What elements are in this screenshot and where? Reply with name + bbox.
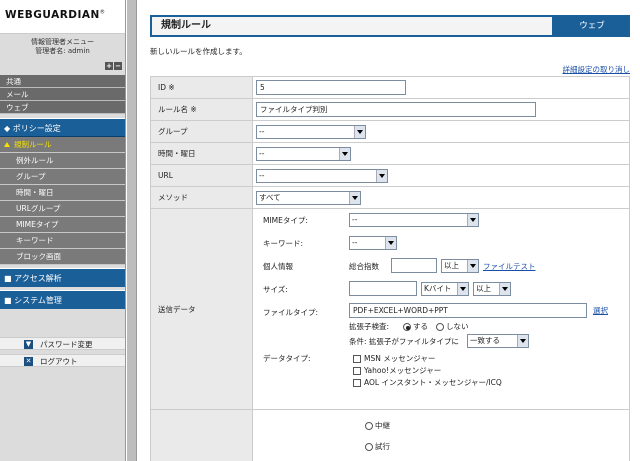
mime-label: MIMEタイプ: <box>263 216 308 225</box>
file-test-link[interactable]: ファイルテスト <box>483 261 536 272</box>
keyword-label: キーワード: <box>263 239 304 248</box>
id-label: ID ※ <box>150 76 253 99</box>
sidebar-item-exception-rules[interactable]: 例外ルール <box>0 153 125 169</box>
chevron-down-icon <box>457 283 468 295</box>
time-label: 時間・曜日 <box>150 142 253 165</box>
filetype-select-link[interactable]: 選択 <box>593 305 608 316</box>
condition-select[interactable]: 一致する <box>467 334 529 348</box>
admin-menu-title: 情報管理者メニュー <box>31 38 94 46</box>
radio-off-icon <box>365 443 373 451</box>
page-title: 規制ルール <box>152 17 552 35</box>
sidebar-item-mail[interactable]: メール <box>0 88 125 101</box>
url-label: URL <box>150 164 253 187</box>
logout-button[interactable]: ✕ ログアウト <box>0 354 125 367</box>
condition-label: 条件: 拡張子がファイルタイプに <box>349 337 459 346</box>
checkbox-icon <box>353 367 361 375</box>
title-bar: 規制ルール ウェブ <box>150 15 630 37</box>
ext-check-label: 拡張子検査: <box>349 322 390 331</box>
chevron-down-icon <box>354 125 365 138</box>
ext-check-yes[interactable]: する <box>403 321 428 332</box>
active-arrow-icon <box>4 142 10 147</box>
ext-check-no[interactable]: しない <box>436 321 469 332</box>
cancel-detail-link[interactable]: 詳細設定の取り消し <box>150 64 631 74</box>
sidebar-item-mime[interactable]: MIMEタイプ <box>0 217 125 233</box>
action-trial[interactable]: 試行 <box>365 441 390 452</box>
method-label: メソッド <box>150 186 253 209</box>
rule-form: ID ※ 5 ルール名 ※ ファイルタイプ判別 グループ -- 時間・曜日 --… <box>150 76 630 461</box>
sidebar-item-block-rules[interactable]: 規制ルール <box>0 137 125 153</box>
url-select[interactable]: -- <box>256 168 388 183</box>
radio-off-icon <box>436 323 444 331</box>
chevron-down-icon <box>339 147 350 160</box>
admin-info: 情報管理者メニュー 管理者名: admin <box>0 34 125 61</box>
chevron-down-icon <box>517 335 528 347</box>
tab-web: ウェブ <box>579 21 605 31</box>
sidebar-divider[interactable] <box>127 0 137 461</box>
checkbox-icon <box>353 379 361 387</box>
rule-name-input[interactable]: ファイルタイプ判別 <box>256 102 536 117</box>
filetype-input[interactable]: PDF+EXCEL+WORD+PPT <box>349 303 587 318</box>
sidebar-item-url-groups[interactable]: URLグループ <box>0 201 125 217</box>
action-label <box>150 409 253 461</box>
chevron-down-icon <box>376 169 387 182</box>
id-input[interactable]: 5 <box>256 80 406 95</box>
action-relay[interactable]: 中継 <box>365 420 390 431</box>
sidebar-section-policy[interactable]: ◆ ポリシー設定 <box>0 118 125 137</box>
score-label: 総合指数 <box>349 262 379 271</box>
sidebar-item-time[interactable]: 時間・曜日 <box>0 185 125 201</box>
close-icon: ✕ <box>24 357 33 366</box>
logo: WEBGUARDIAN® <box>0 0 125 34</box>
rule-name-label: ルール名 ※ <box>150 98 253 121</box>
score-input[interactable] <box>391 258 437 273</box>
time-select[interactable]: -- <box>256 146 351 161</box>
expand-all-icon[interactable]: + <box>105 62 113 70</box>
mime-select[interactable]: -- <box>349 213 479 227</box>
key-icon: ▼ <box>24 340 33 349</box>
send-data-label: 送信データ <box>150 208 253 410</box>
size-input[interactable] <box>349 281 417 296</box>
keyword-select[interactable]: -- <box>349 236 397 250</box>
size-compare-select[interactable]: 以上 <box>473 282 511 296</box>
dt-aol-checkbox[interactable]: AOL インスタント・メッセンジャー/ICQ <box>353 377 502 388</box>
sidebar-item-keywords[interactable]: キーワード <box>0 233 125 249</box>
sidebar-item-common[interactable]: 共通 <box>0 75 125 88</box>
score-compare-select[interactable]: 以上 <box>441 259 479 273</box>
chevron-down-icon <box>499 283 510 295</box>
chevron-down-icon <box>385 237 396 249</box>
personal-info-label: 個人情報 <box>263 262 293 271</box>
collapse-all-icon[interactable]: − <box>114 62 122 70</box>
sidebar-item-web[interactable]: ウェブ <box>0 101 125 114</box>
chevron-down-icon <box>467 260 478 272</box>
collapse-controls: + − <box>0 61 125 75</box>
filetype-label: ファイルタイプ: <box>263 308 319 317</box>
page-subtitle: 新しいルールを作成します。 <box>150 47 247 56</box>
chevron-down-icon <box>349 191 360 204</box>
size-unit-select[interactable]: Kバイト <box>421 282 469 296</box>
group-select[interactable]: -- <box>256 124 366 139</box>
checkbox-icon <box>353 355 361 363</box>
group-label: グループ <box>150 120 253 143</box>
password-change-button[interactable]: ▼ パスワード変更 <box>0 337 125 350</box>
radio-on-icon <box>403 323 411 331</box>
sidebar-section-access[interactable]: ■ アクセス解析 <box>0 268 125 287</box>
method-select[interactable]: すべて <box>256 190 361 205</box>
radio-off-icon <box>365 422 373 430</box>
chevron-down-icon <box>467 214 478 226</box>
sidebar-section-system[interactable]: ■ システム管理 <box>0 290 125 309</box>
size-label: サイズ: <box>263 285 288 294</box>
admin-user: 管理者名: admin <box>35 47 90 55</box>
sidebar-item-block-page[interactable]: ブロック画面 <box>0 249 125 265</box>
sidebar-item-groups[interactable]: グループ <box>0 169 125 185</box>
sidebar: WEBGUARDIAN® 情報管理者メニュー 管理者名: admin + − 共通… <box>0 0 126 461</box>
main-content: 規制ルール ウェブ 新しいルールを作成します。 詳細設定の取り消し ID ※ 5… <box>150 0 630 461</box>
